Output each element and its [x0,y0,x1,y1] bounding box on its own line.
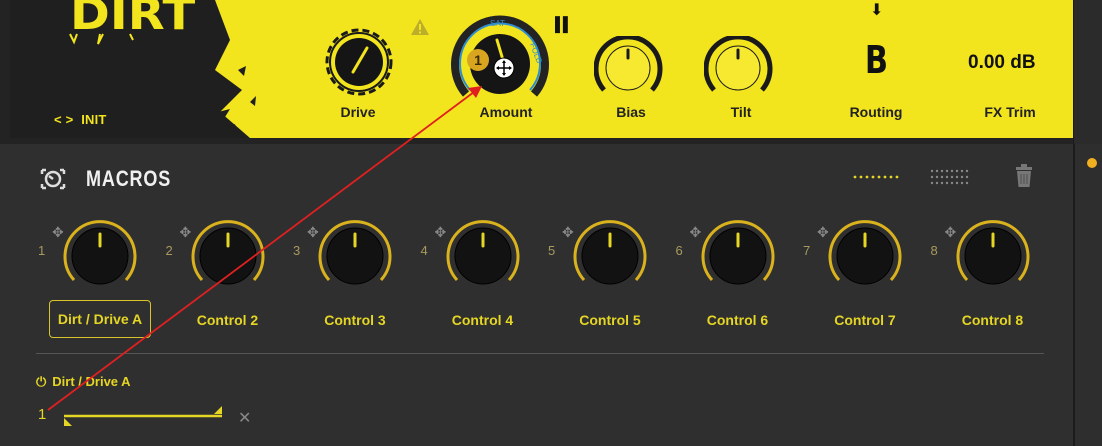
macro-knob-icon [40,168,66,190]
power-icon[interactable]: ⏻ [36,374,46,389]
macro-knob-4[interactable] [443,214,523,294]
macros-title: MACROS [86,166,172,191]
macro-label-2[interactable]: Control 2 [197,312,258,328]
macro-knob-1[interactable] [60,214,140,294]
routing-arrow-icon: ⬇ [870,2,884,19]
macro-number-1: 1 [38,243,46,258]
amount-macro-badge: 1 [474,52,482,68]
pause-icon[interactable]: ▌▌ [555,16,573,32]
macro-knob-5[interactable] [570,214,650,294]
macro-number-5: 5 [548,243,556,258]
assignment-macro-number: 1 [38,406,47,423]
tilt-knob[interactable] [704,36,774,100]
amount-ring-label-left: SAT [490,19,505,28]
separator [36,353,1044,354]
macros-panel: MACROS 1 ✥ Dirt / Drive A 2 ✥ Control 2 3 ✥ Cont… [0,144,1073,446]
logo-text: DIRT [70,0,195,39]
macro-number-4: 4 [420,243,428,258]
macro-label-7[interactable]: Control 7 [834,312,895,328]
macro-label-3[interactable]: Control 3 [324,312,385,328]
macro-knob-7[interactable] [825,214,905,294]
macro-label-1[interactable]: Dirt / Drive A [48,300,152,338]
range-end-handle [214,406,222,414]
bias-knob[interactable] [594,36,664,100]
range-start-handle [64,418,72,426]
macro-page-1-icon[interactable] [853,172,903,182]
plugin-header-panel: DIRT < > INIT Drive 1 SAT FOLD Amount ▌▌… [0,0,1073,144]
drive-knob[interactable] [314,22,404,102]
macro-number-7: 7 [803,243,811,258]
remove-assignment-button[interactable]: ✕ [238,408,251,428]
assignment-target: Dirt / Drive A [52,374,131,389]
macro-knob-8[interactable] [953,214,1033,294]
assignment-header[interactable]: ⏻ Dirt / Drive A [36,374,131,390]
move-cursor-icon [493,57,515,79]
drive-label: Drive [340,104,376,120]
bias-label: Bias [616,104,646,120]
macro-label-6[interactable]: Control 6 [707,312,768,328]
macro-page-grid-icon[interactable] [930,168,970,186]
macro-number-3: 3 [293,243,301,258]
macro-number-8: 8 [930,243,938,258]
modulation-range-slider[interactable] [62,404,232,428]
collapse-toggle-icon[interactable] [1087,158,1097,168]
amount-knob[interactable]: 1 SAT FOLD [448,12,568,112]
macro-label-5[interactable]: Control 5 [579,312,640,328]
macro-label-8[interactable]: Control 8 [962,312,1023,328]
macro-number-2: 2 [165,243,173,258]
preset-nav-arrows[interactable]: < > [54,112,73,127]
routing-label: Routing [849,104,903,120]
preset-selector[interactable]: < > INIT [54,112,107,127]
right-side-strip-top [1073,0,1102,144]
warning-icon [411,19,429,35]
macro-number-6: 6 [675,243,683,258]
macro-knob-2[interactable] [188,214,268,294]
macro-label-4[interactable]: Control 4 [452,312,513,328]
right-side-strip [1073,144,1102,446]
tilt-label: Tilt [730,104,752,120]
macro-knob-3[interactable] [315,214,395,294]
routing-value[interactable]: B [865,38,888,82]
dirt-plugin-body: DIRT < > INIT Drive 1 SAT FOLD Amount ▌▌… [10,0,1073,138]
preset-name: INIT [81,112,107,127]
trash-icon[interactable] [1014,164,1034,188]
amount-label: Amount [479,104,533,120]
macro-knob-6[interactable] [698,214,778,294]
fx-trim-value[interactable]: 0.00 dB [968,52,1036,74]
fx-trim-label: FX Trim [984,104,1036,120]
